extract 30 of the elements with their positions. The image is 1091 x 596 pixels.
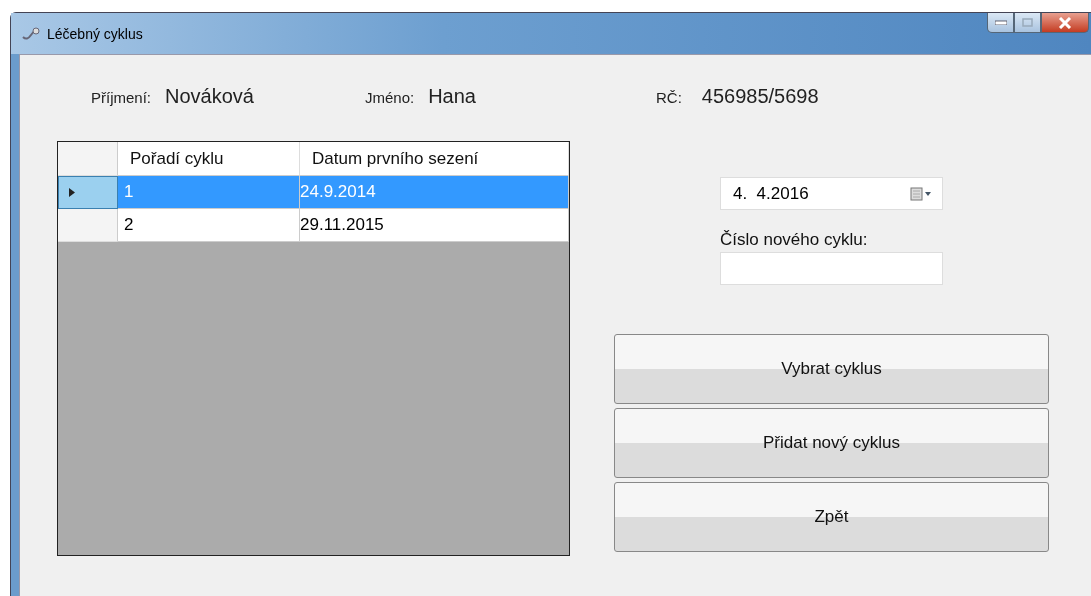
row-header[interactable]: [58, 176, 118, 209]
maximize-button[interactable]: [1014, 13, 1041, 33]
calendar-dropdown-icon: [910, 186, 932, 201]
field-value: Hana: [428, 85, 476, 108]
field-label: Jméno:: [364, 89, 415, 106]
current-row-icon: [69, 188, 75, 197]
field-value: Nováková: [165, 85, 254, 108]
column-header[interactable]: Pořadí cyklu: [118, 142, 300, 176]
close-icon: [1058, 16, 1072, 29]
close-button[interactable]: [1041, 13, 1089, 33]
stethoscope-icon: [21, 26, 41, 41]
table-cell: 24.9.2014: [300, 176, 569, 209]
field-value: 456985/5698: [701, 85, 819, 108]
action-button[interactable]: Zpět: [614, 482, 1049, 552]
table-cell: 29.11.2015: [300, 209, 569, 242]
table-cell: 2: [118, 209, 300, 242]
minimize-button[interactable]: [987, 13, 1014, 33]
corner-header: [58, 142, 118, 176]
input-field[interactable]: [720, 252, 943, 285]
maximize-icon: [1022, 18, 1033, 27]
field-label: RČ:: [655, 89, 682, 106]
date-picker[interactable]: 4. 4.2016: [720, 177, 943, 210]
action-button[interactable]: Přidat nový cyklus: [614, 408, 1049, 478]
window-title: Léčebný cyklus: [47, 25, 143, 42]
field-label: Příjmení:: [91, 89, 151, 106]
field-label: Číslo nového cyklu:: [720, 230, 869, 250]
action-button[interactable]: Vybrat cyklus: [614, 334, 1049, 404]
minimize-icon: [994, 20, 1007, 25]
table-cell: 1: [118, 176, 300, 209]
column-header[interactable]: Datum prvního sezení: [300, 142, 569, 176]
